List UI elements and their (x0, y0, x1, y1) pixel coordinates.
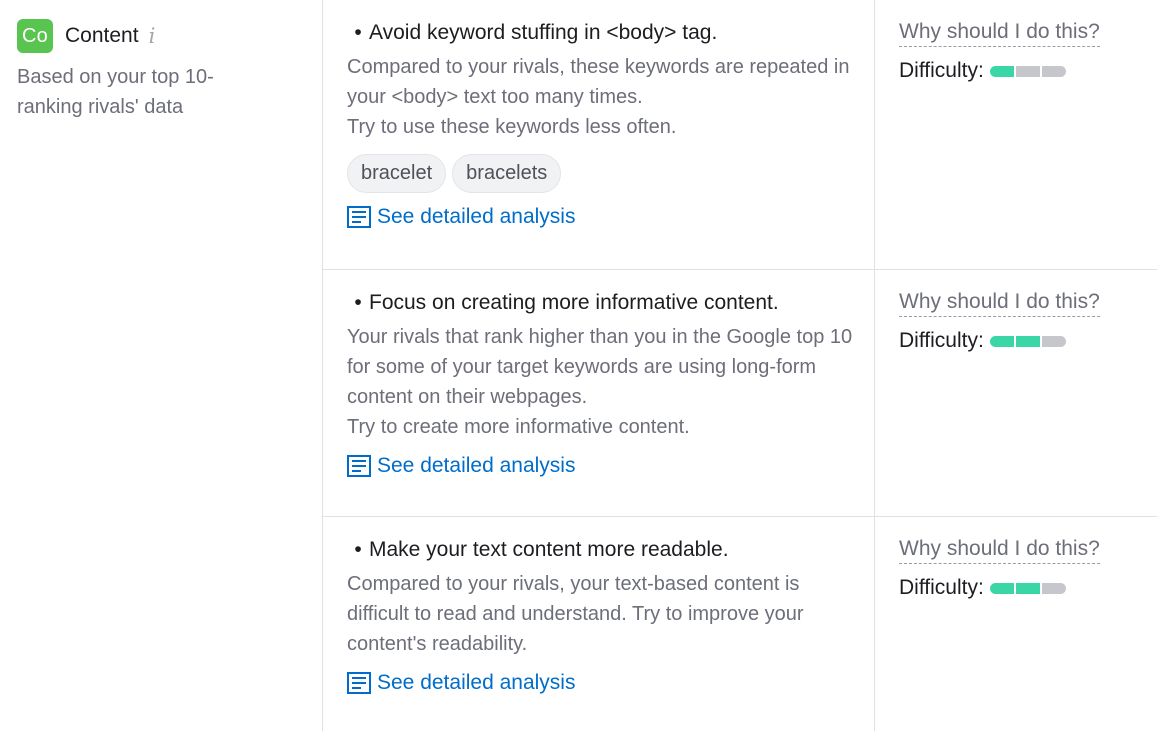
recommendation-description: Compared to your rivals, these keywords … (347, 52, 857, 142)
document-icon (347, 206, 371, 228)
recommendation-title: • Avoid keyword stuffing in <body> tag. (347, 18, 857, 48)
why-should-i-do-this-link[interactable]: Why should I do this? (899, 288, 1100, 317)
document-icon (347, 455, 371, 477)
difficulty-segment (989, 65, 1014, 77)
difficulty: Difficulty: (899, 576, 1149, 600)
recommendation-meta: Why should I do this? Difficulty: (899, 535, 1149, 600)
difficulty-label: Difficulty: (899, 576, 984, 599)
recommendation-description: Your rivals that rank higher than you in… (347, 322, 857, 442)
recommendation-row: • Focus on creating more informative cont… (323, 270, 1157, 517)
difficulty: Difficulty: (899, 329, 1149, 353)
bullet-icon: • (354, 291, 362, 314)
difficulty-segment (1041, 335, 1066, 347)
see-detailed-analysis-link[interactable]: See detailed analysis (347, 454, 857, 478)
recommendation-title-text: Make your text content more readable. (369, 538, 729, 561)
recommendation-title-text: Focus on creating more informative conte… (369, 291, 779, 314)
document-icon (347, 672, 371, 694)
recommendation-meta: Why should I do this? Difficulty: (899, 18, 1149, 83)
description-line: Try to create more informative content. (347, 416, 690, 438)
see-detailed-analysis-link[interactable]: See detailed analysis (347, 205, 857, 229)
link-label: See detailed analysis (377, 454, 576, 477)
why-should-i-do-this-link[interactable]: Why should I do this? (899, 18, 1100, 47)
recommendation-title: • Focus on creating more informative cont… (347, 288, 857, 318)
recommendations-panel: Co Content i Based on your top 10-rankin… (0, 0, 1157, 731)
difficulty-label: Difficulty: (899, 329, 984, 352)
bullet-icon: • (354, 21, 362, 44)
difficulty-segment (1015, 335, 1040, 347)
difficulty-segment (1041, 65, 1066, 77)
difficulty-segment (989, 582, 1014, 594)
difficulty-meter (989, 582, 1066, 594)
recommendation-description: Compared to your rivals, your text-based… (347, 569, 857, 659)
recommendation-row: • Avoid keyword stuffing in <body> tag. C… (323, 0, 1157, 270)
description-line: Your rivals that rank higher than you in… (347, 326, 853, 408)
difficulty-meter (989, 335, 1066, 347)
description-line: Compared to your rivals, your text-based… (347, 573, 804, 655)
difficulty-segment (1015, 582, 1040, 594)
recommendation-body: • Make your text content more readable. C… (347, 535, 857, 695)
category-subtitle: Based on your top 10-ranking rivals' dat… (17, 66, 214, 118)
link-label: See detailed analysis (377, 671, 576, 694)
category-header: Co Content i Based on your top 10-rankin… (17, 18, 307, 122)
recommendation-title-text: Avoid keyword stuffing in <body> tag. (369, 21, 718, 44)
category-title-row: Co Content i (17, 18, 307, 54)
difficulty-segment (1041, 582, 1066, 594)
recommendation-body: • Avoid keyword stuffing in <body> tag. C… (347, 18, 857, 229)
recommendation-row: • Make your text content more readable. C… (323, 517, 1157, 731)
recommendation-title: • Make your text content more readable. (347, 535, 857, 565)
category-badge: Co (17, 19, 53, 53)
difficulty-meter (989, 65, 1066, 77)
why-should-i-do-this-link[interactable]: Why should I do this? (899, 535, 1100, 564)
description-line: Compared to your rivals, these keywords … (347, 56, 850, 108)
difficulty-label: Difficulty: (899, 59, 984, 82)
recommendation-meta: Why should I do this? Difficulty: (899, 288, 1149, 353)
difficulty: Difficulty: (899, 59, 1149, 83)
recommendation-body: • Focus on creating more informative cont… (347, 288, 857, 478)
description-line: Try to use these keywords less often. (347, 116, 677, 138)
info-icon[interactable]: i (149, 24, 156, 48)
keyword-chip[interactable]: bracelets (452, 154, 562, 193)
see-detailed-analysis-link[interactable]: See detailed analysis (347, 671, 857, 695)
keyword-chips: bracelet bracelets (347, 154, 857, 193)
keyword-chip[interactable]: bracelet (347, 154, 447, 193)
difficulty-segment (1015, 65, 1040, 77)
category-title: Content (65, 24, 139, 47)
link-label: See detailed analysis (377, 205, 576, 228)
difficulty-segment (989, 335, 1014, 347)
bullet-icon: • (354, 538, 362, 561)
